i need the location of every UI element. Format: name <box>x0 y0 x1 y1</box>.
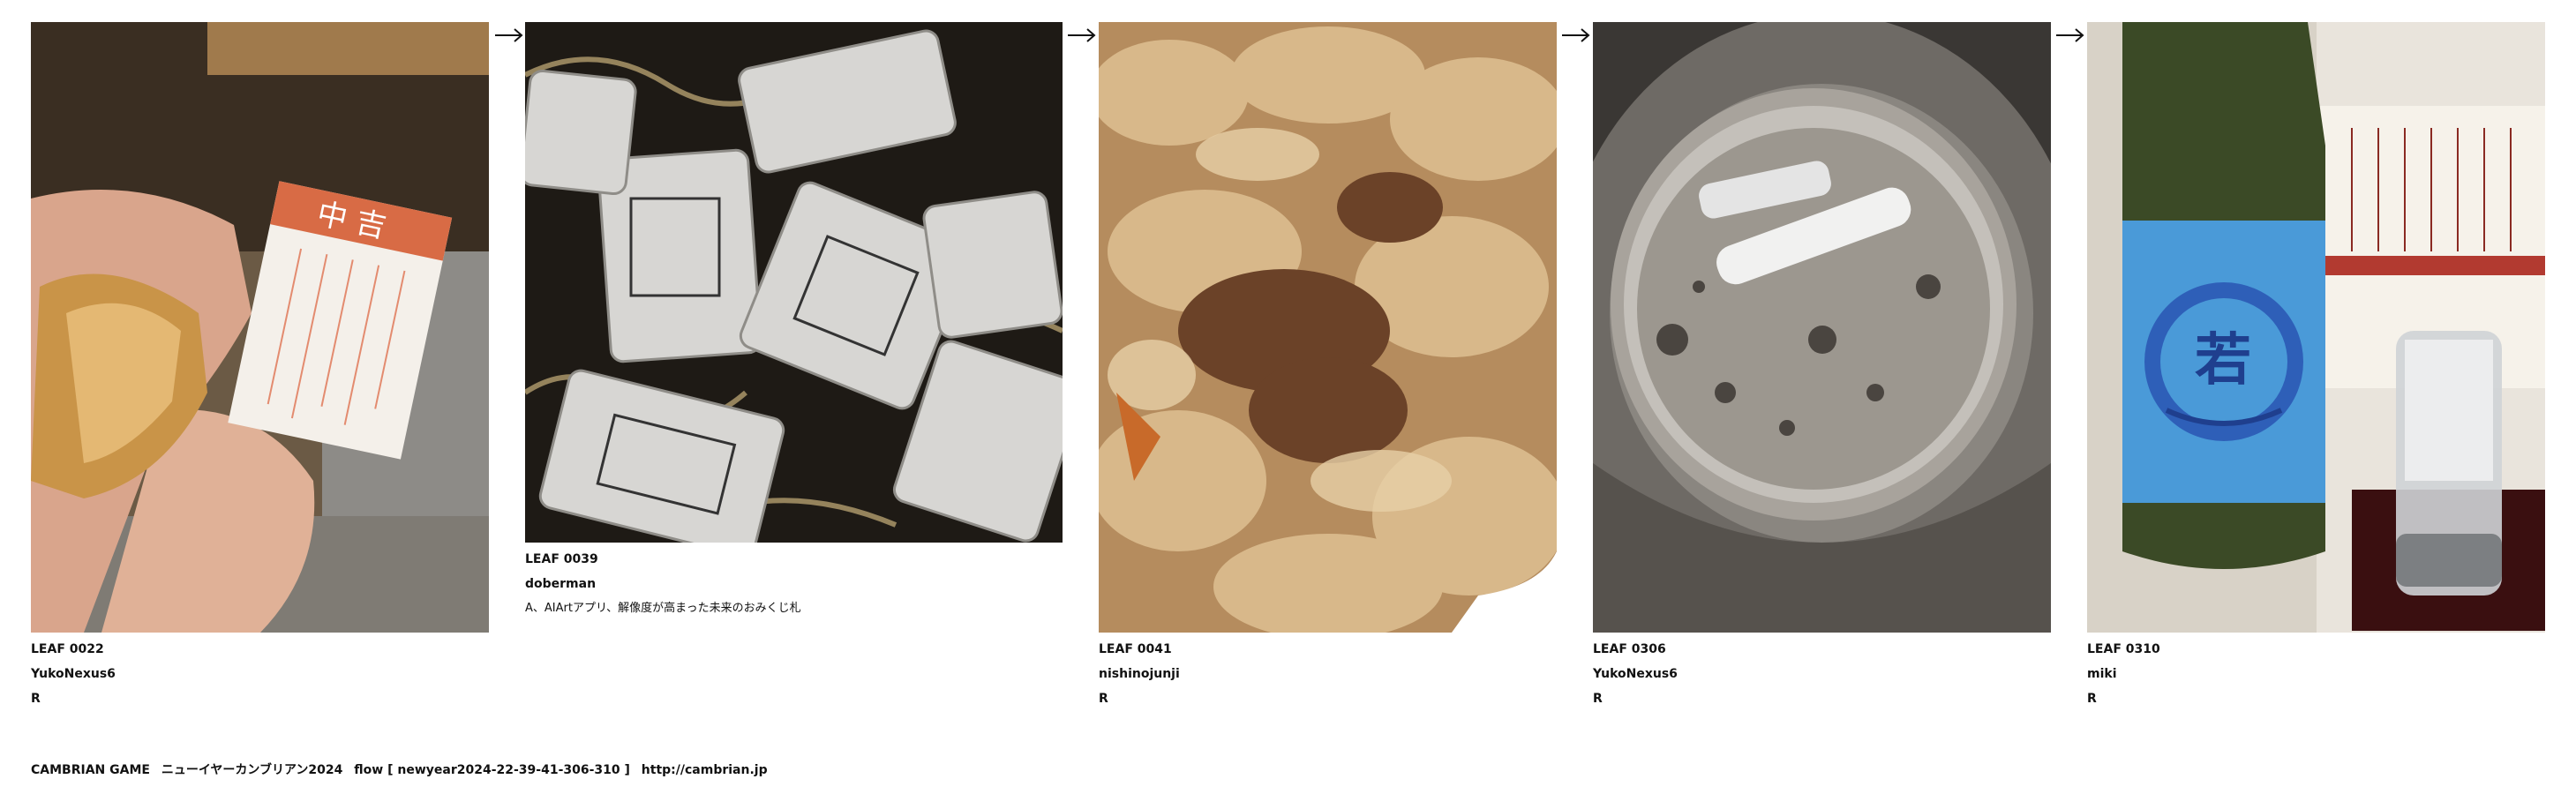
leaf-0041-caption: LEAF 0041 nishinojunji R <box>1099 637 1180 711</box>
leaf-id: LEAF 0306 <box>1593 642 1666 656</box>
leaf-0039-caption: LEAF 0039 doberman A、AIArtアプリ、解像度が高まった未来… <box>525 547 801 621</box>
flow-page: 中 吉 LEAF 0039 doberman A、AIArtアプリ、解像度が高ま… <box>0 0 2576 794</box>
leaf-author[interactable]: nishinojunji <box>1099 662 1180 686</box>
leaf-author[interactable]: YukoNexus6 <box>31 662 116 686</box>
leaf-author[interactable]: miki <box>2087 662 2160 686</box>
leaf-author[interactable]: doberman <box>525 572 801 596</box>
leaf-id: LEAF 0041 <box>1099 642 1172 656</box>
leaf-0022-photo[interactable]: 中 吉 <box>31 22 489 633</box>
footer-flow: flow [ newyear2024-22-39-41-306-310 ] <box>354 763 630 777</box>
leaf-0022-caption: LEAF 0022 YukoNexus6 R <box>31 637 116 711</box>
gyudon-image <box>1099 22 1557 633</box>
sake-image: 若 <box>2087 22 2545 633</box>
leaf-id: LEAF 0022 <box>31 642 104 656</box>
right-arrow-icon <box>494 27 524 43</box>
omikuji-image: 中 吉 <box>31 22 489 633</box>
page-footer: CAMBRIAN GAME ニューイヤーカンブリアン2024 flow [ ne… <box>31 760 768 778</box>
leaf-id: LEAF 0039 <box>525 552 598 566</box>
footer-url-link[interactable]: http://cambrian.jp <box>642 763 768 777</box>
leaf-rating: R <box>1099 692 1108 706</box>
leaf-0039-photo[interactable] <box>525 22 1063 543</box>
leaf-0310-photo[interactable]: 若 <box>2087 22 2545 633</box>
footer-brand: CAMBRIAN GAME <box>31 763 150 777</box>
leaf-rating: R <box>2087 692 2097 706</box>
leaf-rating: R <box>1593 692 1603 706</box>
can-image <box>1593 22 2051 633</box>
svg-text:若: 若 <box>2195 327 2251 393</box>
footer-event: ニューイヤーカンブリアン2024 <box>161 763 343 777</box>
ai-omikuji-cards-image <box>525 22 1063 543</box>
leaf-note: A、AIArtアプリ、解像度が高まった未来のおみくじ札 <box>525 602 801 615</box>
leaf-0041-photo[interactable] <box>1099 22 1557 633</box>
right-arrow-icon <box>2055 27 2085 43</box>
leaf-0310-caption: LEAF 0310 miki R <box>2087 637 2160 711</box>
right-arrow-icon <box>1067 27 1097 43</box>
leaf-0306-photo[interactable] <box>1593 22 2051 633</box>
leaf-rating: R <box>31 692 41 706</box>
leaf-id: LEAF 0310 <box>2087 642 2160 656</box>
leaf-0306-caption: LEAF 0306 YukoNexus6 R <box>1593 637 1678 711</box>
right-arrow-icon <box>1561 27 1591 43</box>
leaf-author[interactable]: YukoNexus6 <box>1593 662 1678 686</box>
